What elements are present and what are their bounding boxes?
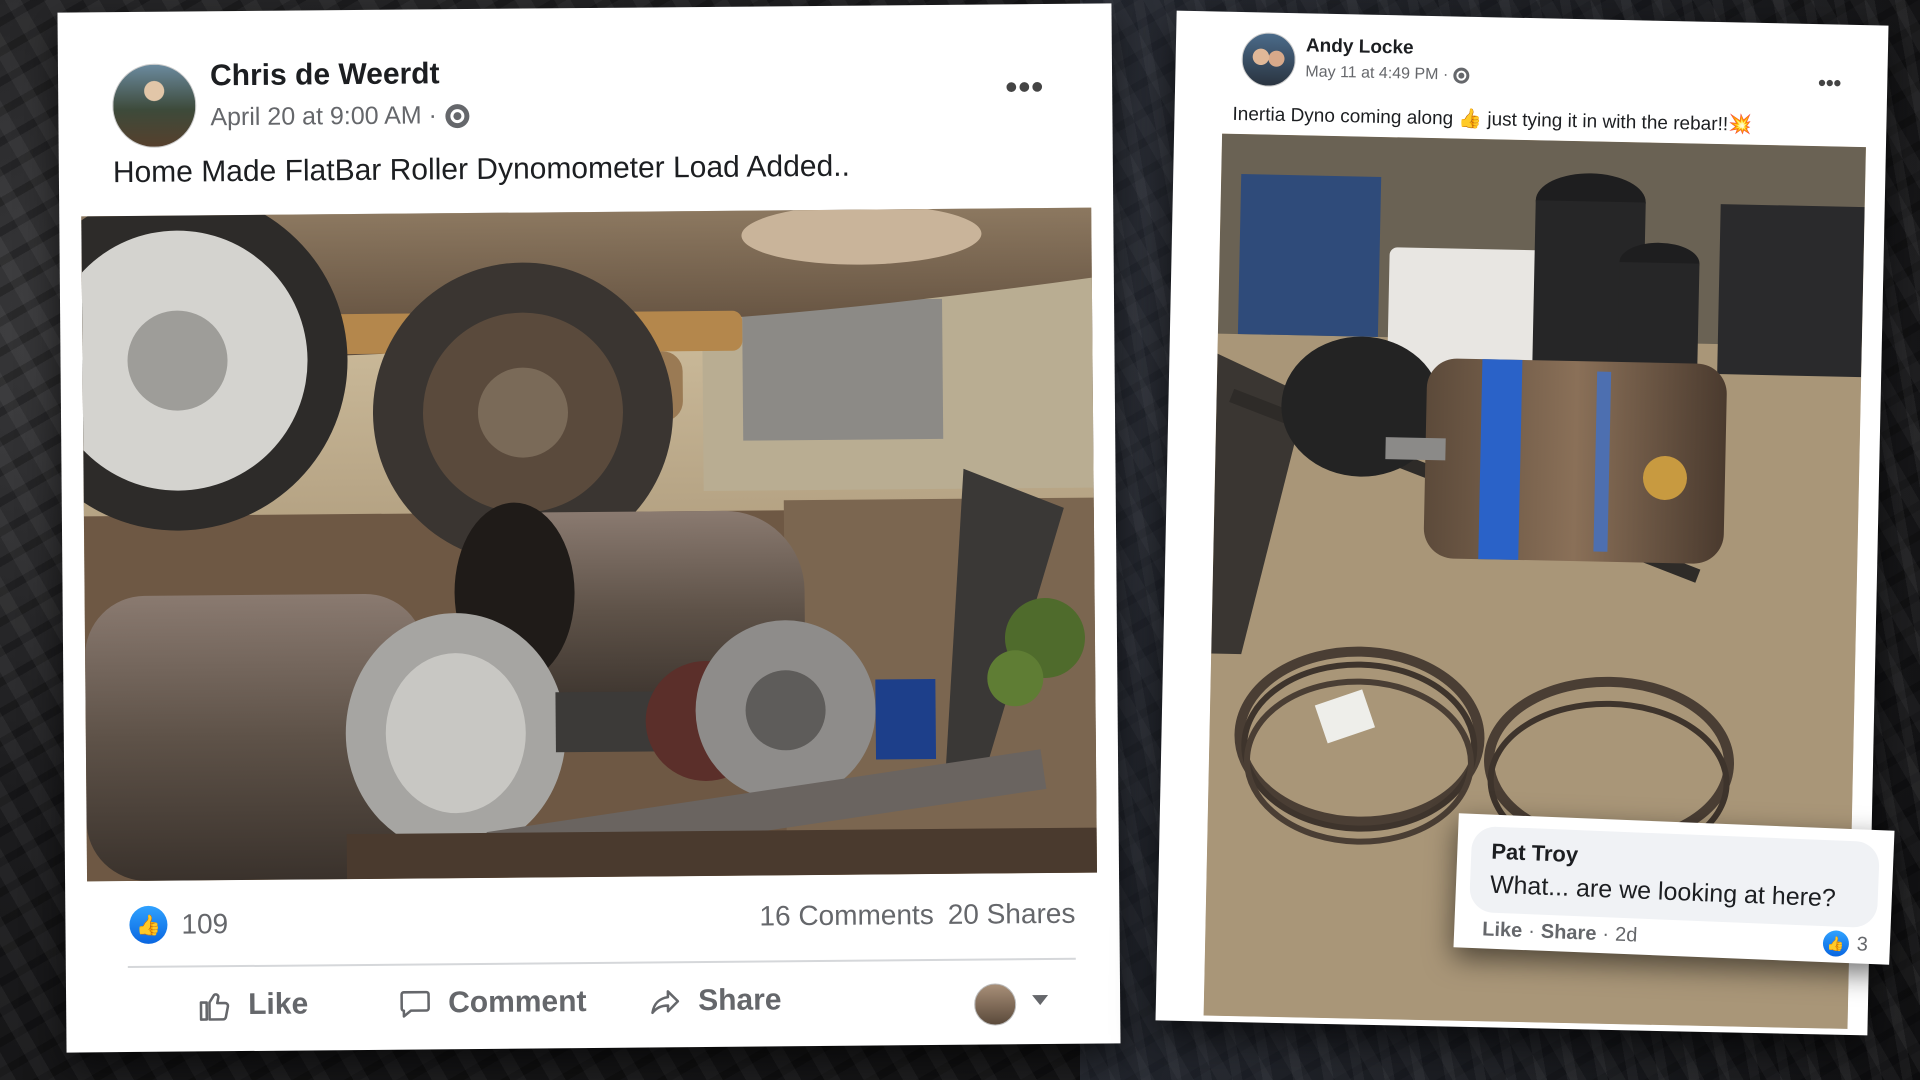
dyno-photo-illustration xyxy=(81,207,1098,882)
share-label: Share xyxy=(697,983,782,1018)
separator: · xyxy=(1601,923,1610,946)
post-text: Home Made FlatBar Roller Dynomometer Loa… xyxy=(112,149,851,190)
globe-icon xyxy=(444,103,470,128)
share-button[interactable]: Share xyxy=(648,983,782,1018)
post-date[interactable]: April 20 at 9:00 AM · xyxy=(210,101,437,132)
comment-reaction-count: 3 xyxy=(1856,932,1869,956)
post-photo[interactable] xyxy=(81,207,1098,882)
comment-button[interactable]: Comment xyxy=(398,985,587,1021)
shares-count[interactable]: 20 Shares xyxy=(948,898,1076,931)
post-date[interactable]: May 11 at 4:49 PM · xyxy=(1305,63,1448,84)
post-actions: Like Comment Share xyxy=(128,973,1077,1051)
like-reaction-icon: 👍 xyxy=(129,905,168,945)
more-options-icon[interactable]: ••• xyxy=(1005,68,1044,107)
author-avatar[interactable] xyxy=(111,63,197,149)
comment-text: What... are we looking at here? xyxy=(1489,870,1837,913)
reaction-count[interactable]: 109 xyxy=(181,908,228,940)
comment-timestamp[interactable]: 2d xyxy=(1615,924,1638,948)
comment-share-link[interactable]: Share xyxy=(1540,921,1596,946)
author-name[interactable]: Andy Locke xyxy=(1306,35,1414,59)
post-text: Inertia Dyno coming along 👍 just tying i… xyxy=(1232,103,1752,136)
post-stats: 👍 109 16 Comments 20 Shares xyxy=(129,898,1076,946)
divider xyxy=(127,957,1076,969)
comment-actions: Like · Share · 2d xyxy=(1482,918,1638,947)
author-avatar[interactable] xyxy=(1241,32,1297,88)
author-name[interactable]: Chris de Weerdt xyxy=(210,57,440,93)
post-meta: April 20 at 9:00 AM · xyxy=(210,101,470,132)
chevron-down-icon[interactable] xyxy=(1032,995,1049,1006)
comment-card: Pat Troy What... are we looking at here?… xyxy=(1453,813,1895,965)
separator: · xyxy=(1527,920,1536,943)
like-label: Like xyxy=(248,987,309,1021)
comment-author[interactable]: Pat Troy xyxy=(1491,839,1579,868)
comment-label: Comment xyxy=(447,985,587,1020)
comments-count[interactable]: 16 Comments xyxy=(759,899,934,933)
share-arrow-icon xyxy=(651,990,680,1015)
comment-reactions[interactable]: 👍 3 xyxy=(1822,930,1868,958)
more-options-icon[interactable]: ••• xyxy=(1818,70,1842,96)
viewer-avatar[interactable] xyxy=(973,983,1017,1026)
like-reaction-icon: 👍 xyxy=(1822,930,1850,958)
thumbs-up-icon xyxy=(199,993,230,1021)
comment-share-counts: 16 Comments 20 Shares xyxy=(759,898,1075,933)
comment-bubble: Pat Troy What... are we looking at here? xyxy=(1468,825,1881,929)
comment-like-link[interactable]: Like xyxy=(1482,918,1523,943)
like-button[interactable]: Like xyxy=(198,987,308,1022)
facebook-post-left: Chris de Weerdt April 20 at 9:00 AM · ••… xyxy=(57,3,1121,1053)
globe-icon xyxy=(1453,67,1470,84)
comment-bubble-icon xyxy=(400,990,430,1018)
post-meta: May 11 at 4:49 PM · xyxy=(1305,63,1470,84)
